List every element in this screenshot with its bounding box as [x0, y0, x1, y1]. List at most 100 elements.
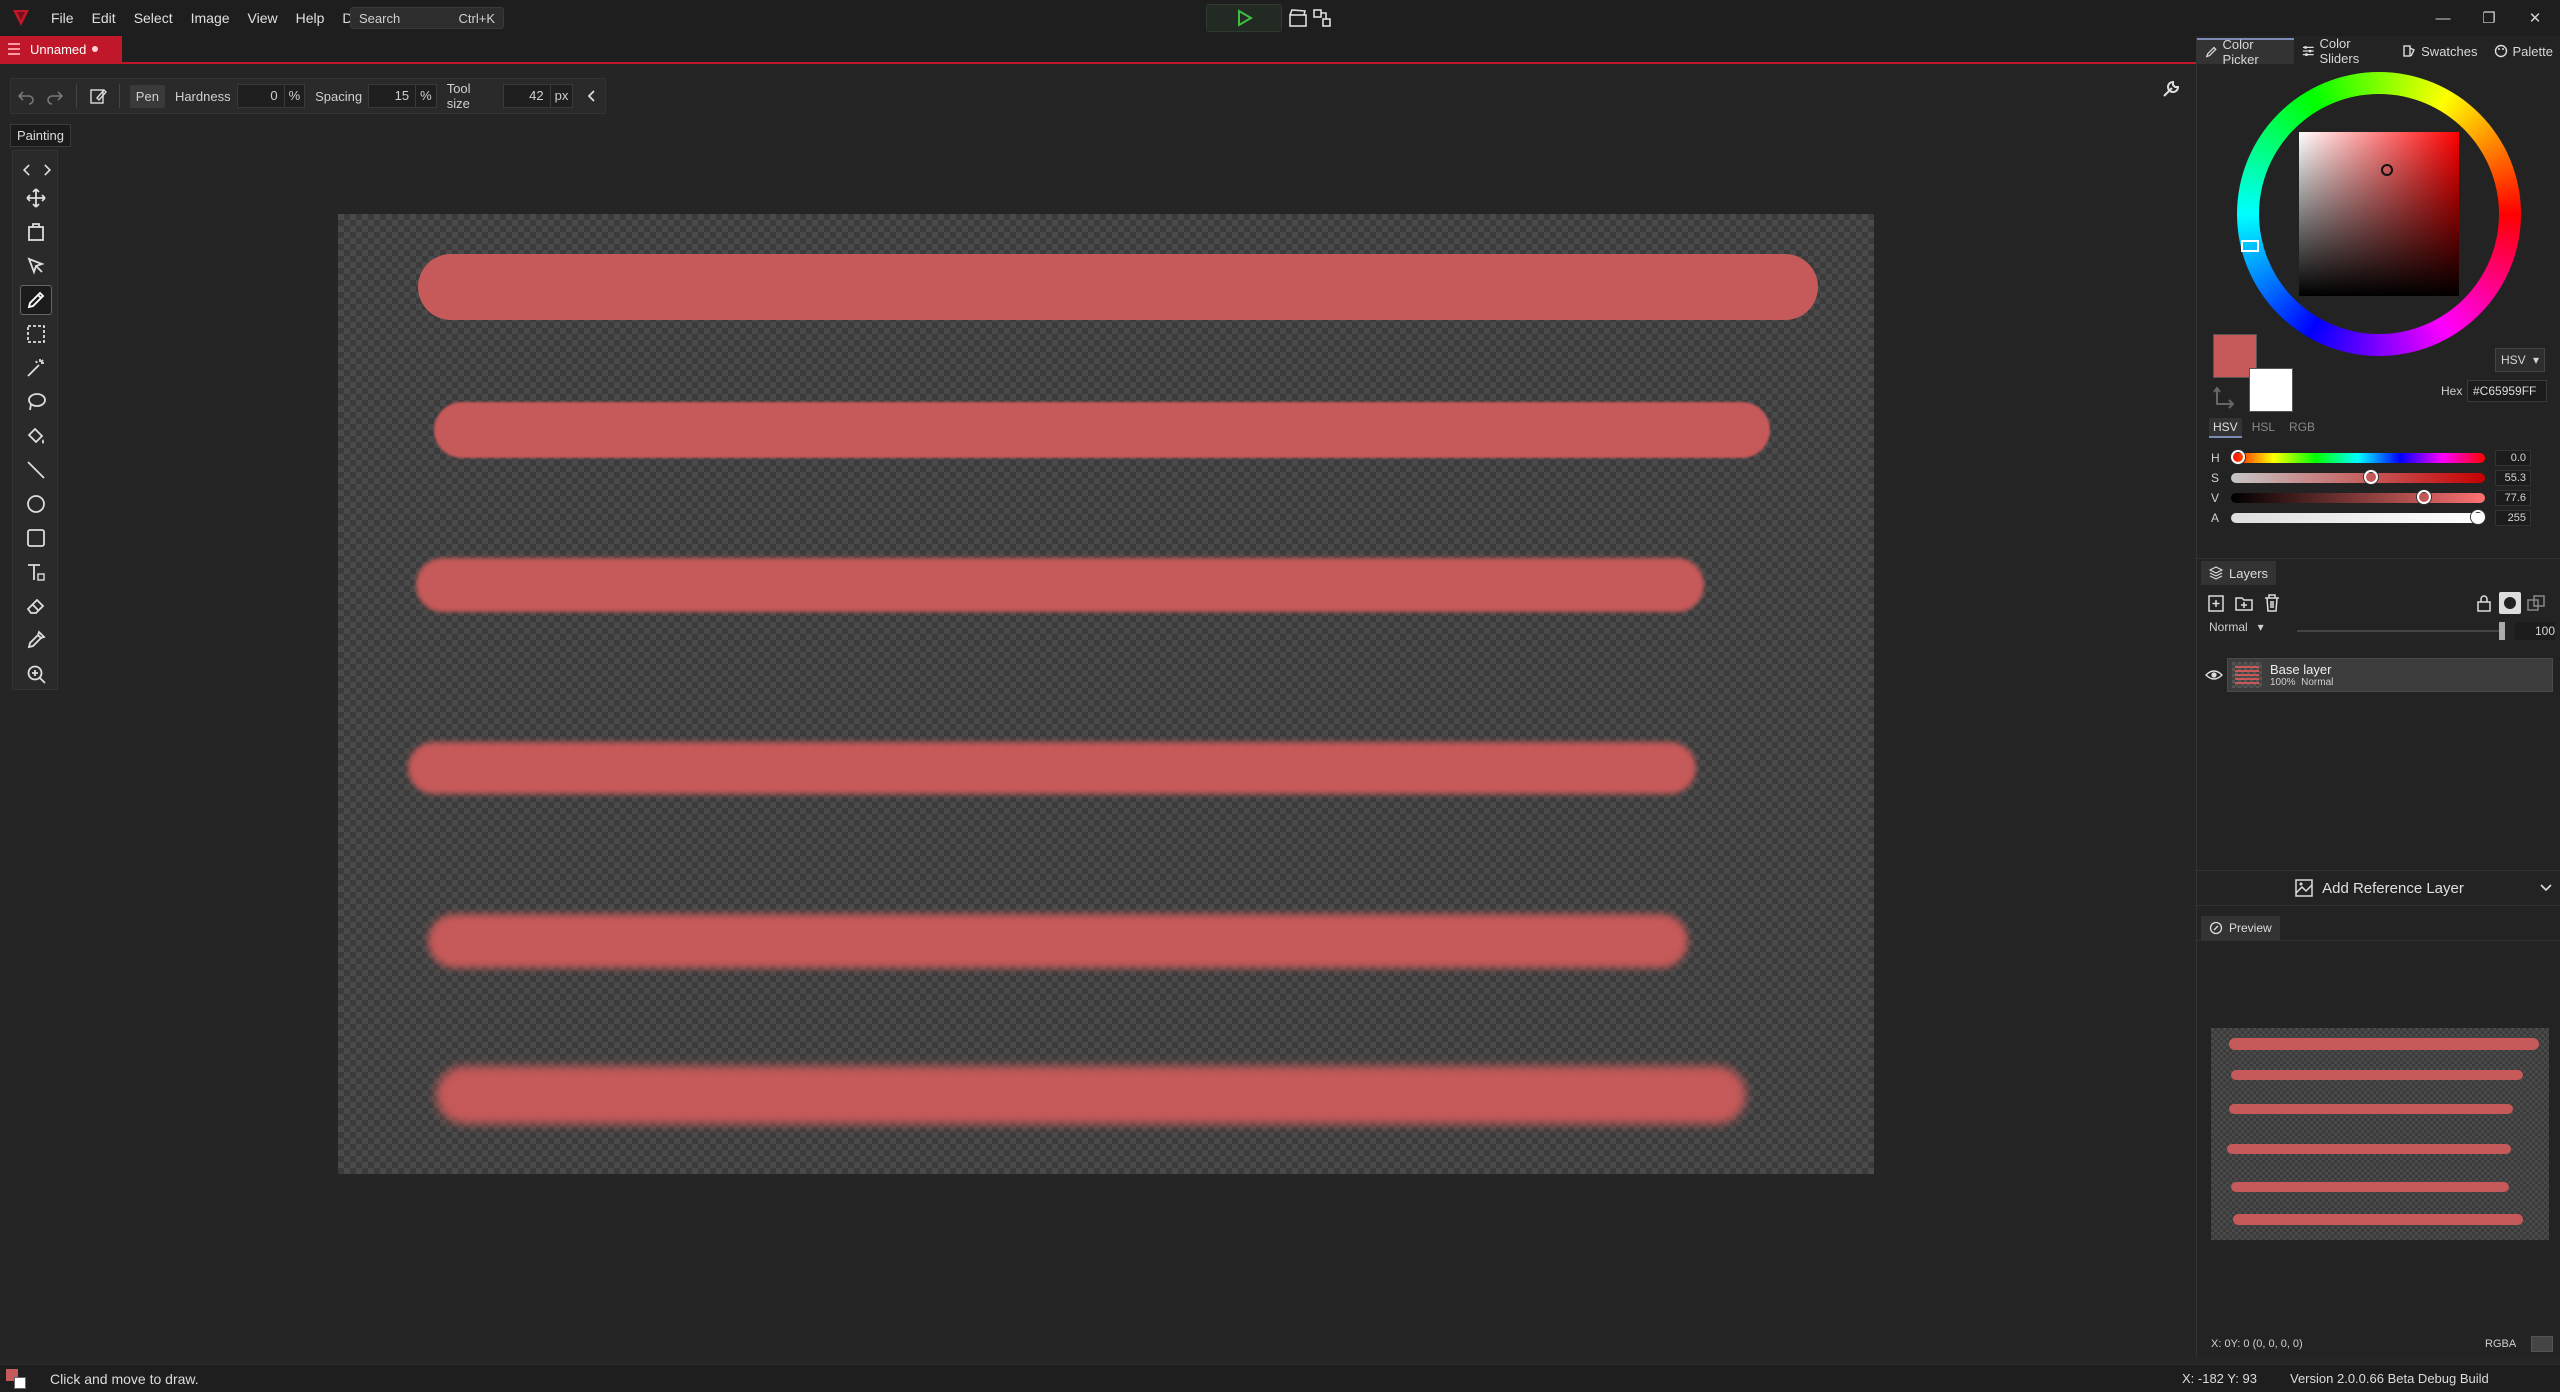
sv-marker[interactable]	[2381, 164, 2393, 176]
preview-stroke	[2227, 1144, 2511, 1154]
app-logo-icon	[13, 10, 29, 26]
menu-view[interactable]: View	[239, 0, 287, 36]
tab-hsl[interactable]: HSL	[2248, 418, 2279, 438]
opacity-slider[interactable]	[2297, 630, 2501, 632]
spacing-unit: %	[416, 84, 437, 108]
menu-file[interactable]: File	[42, 0, 83, 36]
menu-edit[interactable]: Edit	[83, 0, 125, 36]
spacing-label: Spacing	[315, 88, 363, 104]
paint-bucket-tool[interactable]	[20, 421, 52, 451]
eyedropper-tool[interactable]	[20, 625, 52, 655]
tab-color-sliders[interactable]: Color Sliders	[2294, 36, 2394, 66]
clip-layer-button[interactable]	[2525, 592, 2547, 614]
restore-button[interactable]: ❐	[2466, 0, 2512, 36]
document-tab[interactable]: Unnamed	[0, 36, 122, 62]
tab-rgb[interactable]: RGB	[2285, 418, 2319, 438]
alpha-value[interactable]: 255	[2495, 510, 2531, 526]
color-mode-select[interactable]: HSV ▾	[2495, 348, 2545, 372]
slider-knob[interactable]	[2471, 510, 2485, 524]
hamburger-icon[interactable]	[8, 43, 20, 55]
menu-help[interactable]: Help	[287, 0, 334, 36]
hue-marker[interactable]	[2241, 240, 2259, 252]
undo-button[interactable]	[11, 81, 41, 111]
tab-palette[interactable]: Palette	[2486, 38, 2560, 64]
tool-name-chip[interactable]: Pen	[129, 84, 165, 108]
clapperboard-icon[interactable]	[1288, 8, 1308, 28]
eraser-tool[interactable]	[20, 591, 52, 621]
new-group-button[interactable]	[2233, 592, 2255, 614]
tab-layers[interactable]: Layers	[2201, 561, 2277, 585]
hex-input[interactable]: #C65959FF	[2467, 380, 2547, 402]
magic-wand-tool[interactable]	[20, 353, 52, 383]
channel-toggle-icon[interactable]	[2531, 1336, 2553, 1352]
spacing-input[interactable]: 15	[368, 84, 417, 108]
collapse-options-button[interactable]	[579, 81, 605, 111]
slider-knob[interactable]	[2363, 470, 2378, 484]
lock-layer-button[interactable]	[2473, 592, 2495, 614]
ellipse-tool[interactable]	[20, 489, 52, 519]
color-panel-tabs: Color Picker Color Sliders Swatches Pale…	[2197, 36, 2560, 67]
slider-knob[interactable]	[2417, 490, 2432, 504]
tab-swatches[interactable]: Swatches	[2394, 38, 2485, 64]
run-button[interactable]	[1206, 4, 1282, 32]
node-graph-icon[interactable]	[1312, 8, 1332, 28]
swap-colors-icon[interactable]	[2213, 384, 2239, 410]
minimize-button[interactable]: —	[2420, 0, 2466, 36]
value-slider[interactable]	[2231, 490, 2485, 504]
text-tool[interactable]	[20, 557, 52, 587]
saturation-slider[interactable]	[2231, 470, 2485, 484]
menu-image[interactable]: Image	[182, 0, 239, 36]
blend-mode-select[interactable]: Normal ▾	[2209, 620, 2264, 634]
delete-layer-button[interactable]	[2261, 592, 2283, 614]
settings-button[interactable]	[2156, 74, 2186, 104]
preview-stroke	[2233, 1214, 2523, 1225]
tool-size-input[interactable]: 42	[502, 84, 551, 108]
new-layer-button[interactable]	[2205, 592, 2227, 614]
hardness-input[interactable]: 0	[236, 84, 285, 108]
pen-tool[interactable]	[20, 285, 52, 315]
saturation-value-square[interactable]	[2299, 132, 2459, 296]
move-tool[interactable]	[20, 183, 52, 213]
redo-button[interactable]	[41, 81, 71, 111]
line-tool[interactable]	[20, 455, 52, 485]
eraser-icon	[26, 598, 45, 614]
hue-slider[interactable]	[2231, 450, 2485, 464]
value-value[interactable]: 77.6	[2495, 490, 2531, 506]
clip-icon	[2527, 595, 2545, 611]
rectangle-tool[interactable]	[20, 523, 52, 553]
alpha-slider[interactable]	[2231, 510, 2485, 524]
selection-pointer-tool[interactable]	[20, 251, 52, 281]
menu-select[interactable]: Select	[125, 0, 182, 36]
zoom-tool[interactable]	[20, 659, 52, 689]
close-button[interactable]: ✕	[2512, 0, 2558, 36]
alpha-slider-row: A 255	[2211, 510, 2551, 526]
slider-knob[interactable]	[2231, 450, 2245, 464]
hardness-label: Hardness	[174, 88, 231, 104]
lasso-tool[interactable]	[20, 387, 52, 417]
search-box[interactable]: Search Ctrl+K	[350, 7, 504, 29]
layer-item[interactable]: Base layer 100% Normal	[2227, 658, 2553, 692]
secondary-color-swatch[interactable]	[2249, 368, 2293, 412]
tool-next-button[interactable]	[39, 155, 55, 185]
crop-tool[interactable]	[20, 217, 52, 247]
mask-layer-button[interactable]	[2499, 592, 2521, 614]
chevron-down-icon[interactable]	[2539, 881, 2553, 895]
rect-select-tool[interactable]	[20, 319, 52, 349]
preview-stroke	[2231, 1070, 2523, 1080]
tab-preview[interactable]: Preview	[2201, 916, 2280, 940]
tab-color-picker[interactable]: Color Picker	[2197, 37, 2294, 67]
add-reference-label: Add Reference Layer	[2322, 879, 2464, 897]
brush-stroke	[418, 254, 1818, 320]
color-wheel[interactable]	[2237, 72, 2521, 356]
saturation-value[interactable]: 55.3	[2495, 470, 2531, 486]
tool-prev-button[interactable]	[19, 155, 35, 185]
tab-hsv[interactable]: HSV	[2209, 418, 2242, 438]
add-reference-layer-button[interactable]: Add Reference Layer	[2197, 870, 2560, 906]
hue-value[interactable]: 0.0	[2495, 450, 2531, 466]
unsaved-dot-icon	[92, 46, 99, 52]
opacity-input[interactable]: 100	[2515, 622, 2555, 640]
edit-tool-button[interactable]	[83, 81, 113, 111]
drawing-canvas[interactable]	[338, 214, 1874, 1174]
eye-icon[interactable]	[2205, 666, 2223, 684]
opacity-slider-thumb[interactable]	[2499, 622, 2505, 640]
